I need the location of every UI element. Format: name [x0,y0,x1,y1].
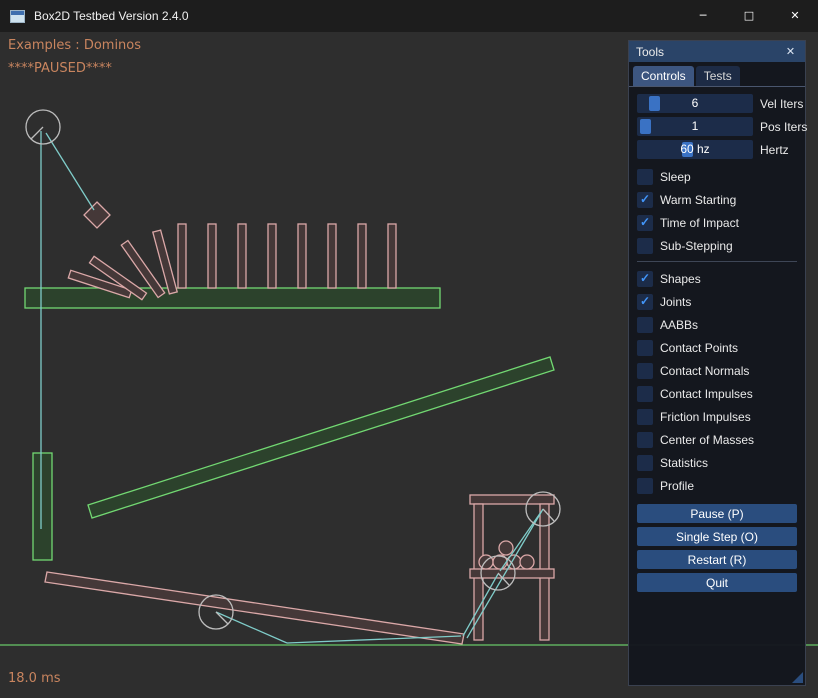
checkbox-label: Friction Impulses [660,410,751,424]
maximize-button[interactable]: □ [726,0,772,32]
checkbox-row-time-of-impact[interactable]: ✓ Time of Impact [637,215,797,231]
swing-block [84,202,110,228]
seesaw-plank [45,572,464,644]
checkbox-icon[interactable] [637,169,653,185]
tab-controls[interactable]: Controls [633,66,694,86]
checkbox-label: Contact Normals [660,364,749,378]
checkbox-label: Time of Impact [660,216,739,230]
checkbox-row-aabbs[interactable]: AABBs [637,317,797,333]
vel-iters-row: 6 Vel Iters [637,94,797,113]
checkbox-icon[interactable] [637,340,653,356]
checkbox-icon[interactable]: ✓ [637,271,653,287]
checkbox-row-sub-stepping[interactable]: Sub-Stepping [637,238,797,254]
joint-circle-to-block [46,133,94,210]
physics-canvas[interactable]: Examples : Dominos ****PAUSED**** 18.0 m… [0,32,818,698]
ball-4 [520,555,534,569]
checkbox-row-statistics[interactable]: Statistics [637,455,797,471]
close-button[interactable]: ✕ [772,0,818,32]
ball-5 [499,541,513,555]
checkbox-row-profile[interactable]: Profile [637,478,797,494]
frame-time-label: 18.0 ms [8,671,61,686]
checkbox-label: Statistics [660,456,708,470]
tools-panel: Tools ✕ Controls Tests 6 Vel Iters 1 Pos… [628,40,806,686]
domino-standing-2 [208,224,216,288]
tools-close-icon[interactable]: ✕ [783,45,798,58]
checkbox-label: Sleep [660,170,691,184]
domino-standing-8 [388,224,396,288]
domino-platform [25,288,440,308]
single-step-button[interactable]: Single Step (O) [637,527,797,546]
checkbox-label: Joints [660,295,691,309]
checkbox-label: Warm Starting [660,193,736,207]
checkbox-icon[interactable] [637,386,653,402]
hertz-slider[interactable]: 60 hz [637,140,753,159]
frame-mid-bar [470,569,554,578]
domino-standing-1 [178,224,186,288]
window-title: Box2D Testbed Version 2.4.0 [34,9,189,23]
example-label: Examples : Dominos [8,38,141,53]
vel-iters-slider[interactable]: 6 [637,94,753,113]
resize-grip[interactable] [792,672,803,683]
domino-standing-7 [358,224,366,288]
domino-standing-4 [268,224,276,288]
checkbox-row-shapes[interactable]: ✓ Shapes [637,271,797,287]
pos-iters-row: 1 Pos Iters [637,117,797,136]
quit-button[interactable]: Quit [637,573,797,592]
checkbox-icon[interactable] [637,238,653,254]
domino-standing-6 [328,224,336,288]
checkbox-label: AABBs [660,318,698,332]
checkbox-icon[interactable] [637,409,653,425]
separator [637,261,797,262]
checkbox-icon[interactable] [637,455,653,471]
checkbox-label: Contact Impulses [660,387,753,401]
checkbox-label: Contact Points [660,341,738,355]
checkbox-label: Center of Masses [660,433,754,447]
checkbox-label: Sub-Stepping [660,239,733,253]
checkbox-row-center-of-masses[interactable]: Center of Masses [637,432,797,448]
tools-tab-bar: Controls Tests [629,62,805,87]
pos-iters-value: 1 [637,117,753,136]
vel-iters-value: 6 [637,94,753,113]
hertz-value: 60 hz [637,140,753,159]
vel-iters-label: Vel Iters [760,97,803,111]
checkbox-row-friction-impulses[interactable]: Friction Impulses [637,409,797,425]
tools-panel-body: 6 Vel Iters 1 Pos Iters 60 hz Hertz [629,87,805,592]
pause-button[interactable]: Pause (P) [637,504,797,523]
checkbox-label: Shapes [660,272,701,286]
domino-standing-5 [298,224,306,288]
checkbox-icon[interactable]: ✓ [637,294,653,310]
window-controls: ─ □ ✕ [680,0,818,32]
checkbox-row-contact-impulses[interactable]: Contact Impulses [637,386,797,402]
checkbox-label: Profile [660,479,694,493]
tools-panel-title: Tools [636,45,664,59]
seesaw-wheel-axis [216,612,228,624]
checkbox-icon[interactable] [637,363,653,379]
restart-button[interactable]: Restart (R) [637,550,797,569]
app-icon [10,10,25,23]
window-titlebar[interactable]: Box2D Testbed Version 2.4.0 ─ □ ✕ [0,0,818,32]
tab-tests[interactable]: Tests [696,66,740,86]
paused-label: ****PAUSED**** [8,61,112,76]
pos-iters-label: Pos Iters [760,120,807,134]
checkbox-row-contact-points[interactable]: Contact Points [637,340,797,356]
pos-iters-slider[interactable]: 1 [637,117,753,136]
checkbox-icon[interactable] [637,432,653,448]
checkbox-icon[interactable] [637,478,653,494]
long-ramp [88,357,554,518]
domino-standing-3 [238,224,246,288]
checkbox-row-joints[interactable]: ✓ Joints [637,294,797,310]
checkbox-icon[interactable]: ✓ [637,192,653,208]
tools-panel-titlebar[interactable]: Tools ✕ [629,41,805,62]
frame-top-bar [470,495,554,504]
checkbox-row-sleep[interactable]: Sleep [637,169,797,185]
minimize-button[interactable]: ─ [680,0,726,32]
checkbox-icon[interactable] [637,317,653,333]
hertz-row: 60 hz Hertz [637,140,797,159]
checkbox-row-contact-normals[interactable]: Contact Normals [637,363,797,379]
checkbox-row-warm-starting[interactable]: ✓ Warm Starting [637,192,797,208]
left-pillar [33,453,52,560]
hertz-label: Hertz [760,143,789,157]
checkbox-icon[interactable]: ✓ [637,215,653,231]
